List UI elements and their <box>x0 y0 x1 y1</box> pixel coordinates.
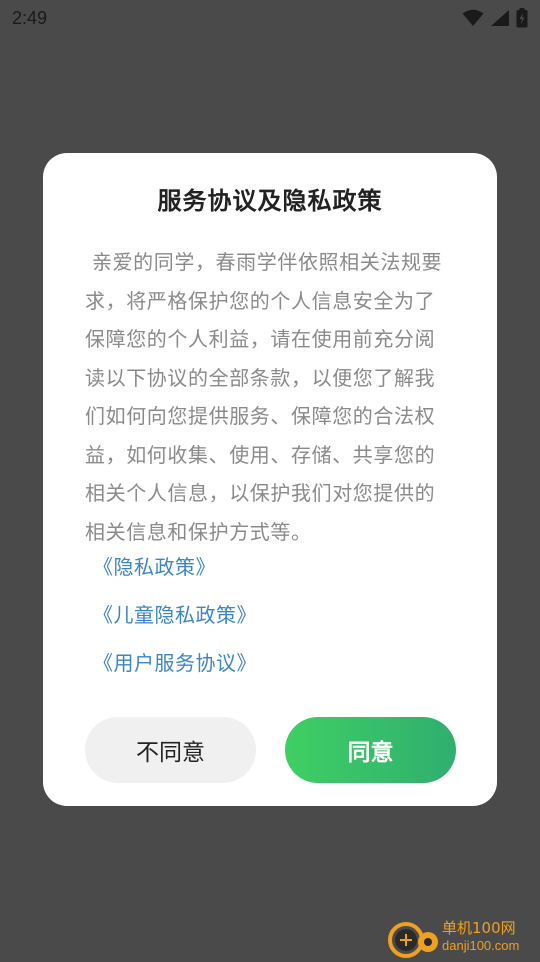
dialog-body-text: 亲爱的同学，春雨学伴依照相关法规要 求，将严格保护您的个人信息安全为了 保障您的… <box>85 243 457 551</box>
privacy-agreement-dialog: 服务协议及隐私政策 亲爱的同学，春雨学伴依照相关法规要 求，将严格保护您的个人信… <box>43 153 497 806</box>
privacy-policy-link[interactable]: 《隐私政策》 <box>93 551 216 580</box>
body-line: 读以下协议的全部条款，以便您了解我 <box>85 365 436 390</box>
body-line: 相关个人信息，以保护我们对您提供的 <box>85 481 436 505</box>
body-line: 们如何向您提供服务、保障您的合法权 <box>85 404 436 428</box>
cellular-signal-icon <box>490 9 510 27</box>
danji100-logo-icon <box>386 918 440 962</box>
watermark-url: danji100.com <box>442 938 520 953</box>
status-icons <box>462 8 528 28</box>
body-line: 相关信息和保护方式等。 <box>85 519 312 544</box>
body-line: 亲爱的同学，春雨学伴依照相关法规要 <box>85 250 443 274</box>
watermark: 单机100网 danji100.com <box>380 914 540 960</box>
disagree-button[interactable]: 不同意 <box>85 717 256 783</box>
body-line: 益，如何收集、使用、存储、共享您的 <box>85 442 436 467</box>
wifi-icon <box>462 9 484 27</box>
status-time: 2:49 <box>12 7 48 28</box>
status-bar: 2:49 <box>0 0 540 36</box>
watermark-title: 单机100网 <box>442 919 516 937</box>
battery-charging-icon <box>516 8 528 28</box>
dialog-title: 服务协议及隐私政策 <box>157 187 383 215</box>
child-privacy-policy-link[interactable]: 《儿童隐私政策》 <box>93 599 257 628</box>
body-line: 求，将严格保护您的个人信息安全为了 <box>85 288 436 313</box>
agree-button[interactable]: 同意 <box>285 717 456 783</box>
user-service-agreement-link[interactable]: 《用户服务协议》 <box>93 647 257 676</box>
body-line: 保障您的个人利益，请在使用前充分阅 <box>85 327 436 351</box>
